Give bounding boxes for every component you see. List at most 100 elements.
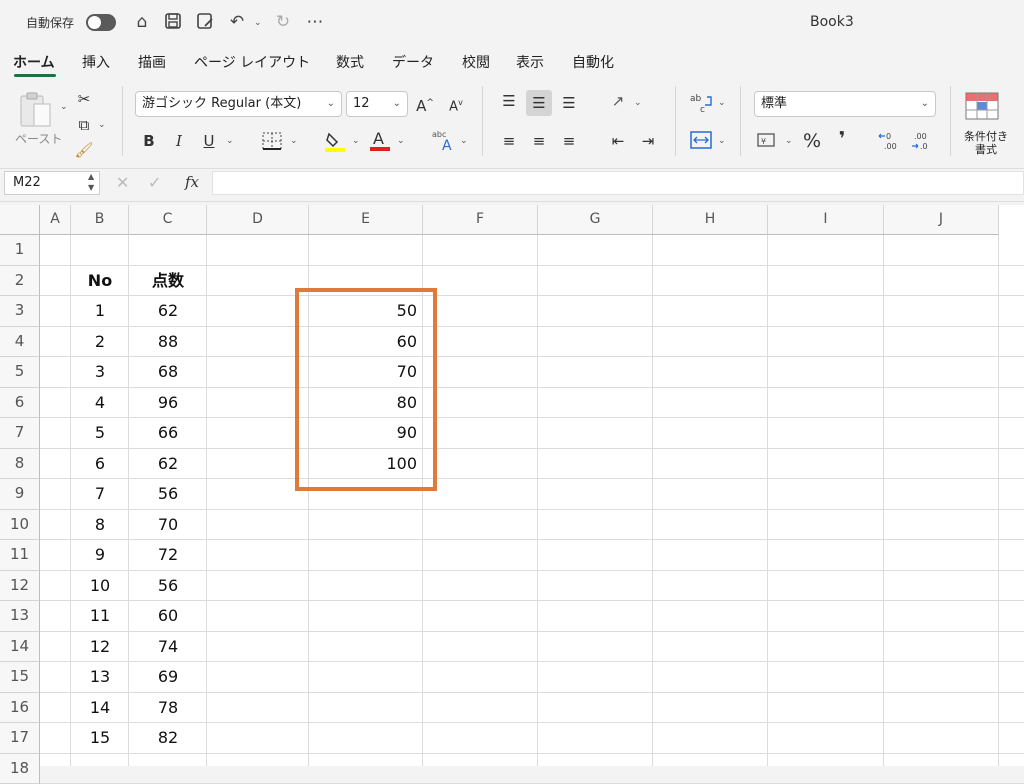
column-header-a[interactable]: A [40, 205, 71, 235]
borders-dropdown-icon[interactable]: ⌄ [290, 136, 298, 146]
no-cell[interactable]: 10 [71, 571, 129, 601]
column-header-d[interactable]: D [207, 205, 309, 235]
copy-dropdown-icon[interactable]: ⌄ [98, 120, 106, 130]
tab-formulas[interactable]: 数式 [336, 52, 364, 72]
tab-review[interactable]: 校閲 [462, 52, 490, 72]
more-icon[interactable]: ⋯ [305, 12, 325, 32]
no-cell[interactable]: 11 [71, 601, 129, 631]
align-right-icon[interactable]: ≡ [558, 130, 580, 152]
undo-dropdown-icon[interactable]: ⌄ [254, 18, 262, 28]
score-cell[interactable]: 56 [129, 571, 207, 601]
header-score-cell[interactable]: 点数 [129, 266, 207, 296]
home-icon[interactable]: ⌂ [132, 12, 152, 32]
no-cell[interactable]: 4 [71, 388, 129, 418]
row-header-11[interactable]: 11 [0, 540, 40, 571]
tab-automate[interactable]: 自動化 [572, 52, 614, 72]
row-header-6[interactable]: 6 [0, 388, 40, 419]
row-header-5[interactable]: 5 [0, 357, 40, 388]
borders-icon[interactable] [262, 132, 282, 154]
score-cell[interactable]: 56 [129, 479, 207, 509]
score-cell[interactable]: 78 [129, 693, 207, 723]
comma-style-button[interactable]: ❜ [834, 128, 850, 150]
column-header-g[interactable]: G [538, 205, 653, 235]
score-cell[interactable]: 62 [129, 449, 207, 479]
no-cell[interactable]: 9 [71, 540, 129, 570]
row-header-14[interactable]: 14 [0, 632, 40, 663]
column-header-e[interactable]: E [309, 205, 423, 235]
save-icon[interactable] [163, 12, 183, 32]
increase-indent-icon[interactable]: ⇥ [637, 130, 659, 152]
autosave-toggle[interactable] [86, 14, 116, 31]
italic-button[interactable]: I [170, 130, 188, 152]
score-cell[interactable]: 60 [129, 601, 207, 631]
score-cell[interactable]: 96 [129, 388, 207, 418]
no-cell[interactable]: 12 [71, 632, 129, 662]
no-cell[interactable]: 3 [71, 357, 129, 387]
name-box-stepper[interactable]: ▲▼ [88, 171, 94, 193]
phonetic-icon[interactable]: abcA [432, 128, 456, 156]
increase-decimal-icon[interactable]: 0.00 [878, 130, 902, 156]
no-cell[interactable]: 1 [71, 296, 129, 326]
phonetic-dropdown-icon[interactable]: ⌄ [460, 136, 468, 146]
align-bottom-icon[interactable]: ☰ [558, 92, 580, 114]
align-left-icon[interactable]: ≡ [498, 130, 520, 152]
score-cell[interactable]: 68 [129, 357, 207, 387]
select-all-corner[interactable] [0, 205, 40, 235]
paste-icon[interactable] [18, 90, 58, 130]
align-center-icon[interactable]: ≡ [528, 130, 550, 152]
row-header-15[interactable]: 15 [0, 662, 40, 693]
column-header-i[interactable]: I [768, 205, 884, 235]
no-cell[interactable]: 13 [71, 662, 129, 692]
tab-home[interactable]: ホーム [13, 52, 55, 72]
column-header-h[interactable]: H [653, 205, 768, 235]
column-header-b[interactable]: B [71, 205, 129, 235]
tab-view[interactable]: 表示 [516, 52, 544, 72]
decrease-font-size-icon[interactable]: Av [445, 92, 467, 118]
percent-button[interactable]: % [801, 130, 823, 152]
orientation-icon[interactable]: ↗ [607, 90, 629, 112]
accounting-format-icon[interactable]: ¥ [757, 132, 779, 154]
score-cell[interactable]: 74 [129, 632, 207, 662]
wrap-text-dropdown-icon[interactable]: ⌄ [718, 98, 726, 108]
row-header-8[interactable]: 8 [0, 449, 40, 480]
score-cell[interactable]: 88 [129, 327, 207, 357]
score-cell[interactable]: 70 [129, 510, 207, 540]
copy-icon[interactable]: ⧉ [74, 114, 94, 136]
row-header-10[interactable]: 10 [0, 510, 40, 541]
score-cell[interactable]: 82 [129, 723, 207, 753]
conditional-formatting-icon[interactable] [965, 92, 999, 124]
orientation-dropdown-icon[interactable]: ⌄ [634, 98, 642, 108]
no-cell[interactable]: 7 [71, 479, 129, 509]
row-header-2[interactable]: 2 [0, 266, 40, 297]
bold-button[interactable]: B [140, 130, 158, 152]
conditional-formatting-label[interactable]: 条件付き 書式 [962, 130, 1010, 156]
format-painter-icon[interactable]: 🖌 [74, 139, 94, 161]
column-header-f[interactable]: F [423, 205, 538, 235]
row-header-4[interactable]: 4 [0, 327, 40, 358]
tab-data[interactable]: データ [392, 52, 434, 72]
no-cell[interactable]: 6 [71, 449, 129, 479]
decrease-decimal-icon[interactable]: .00.0 [910, 130, 934, 156]
name-box[interactable]: M22 [4, 171, 100, 195]
row-header-18[interactable]: 18 [0, 754, 40, 784]
tab-page-layout[interactable]: ページ レイアウト [194, 52, 310, 72]
tab-draw[interactable]: 描画 [138, 52, 166, 72]
header-no-cell[interactable]: No [71, 266, 129, 296]
row-header-17[interactable]: 17 [0, 723, 40, 754]
insert-function-icon[interactable]: fx [185, 173, 199, 191]
align-top-icon[interactable]: ☰ [498, 90, 520, 112]
cut-icon[interactable]: ✂ [74, 88, 94, 110]
row-header-1[interactable]: 1 [0, 235, 40, 266]
font-color-dropdown-icon[interactable]: ⌄ [397, 136, 405, 146]
column-header-c[interactable]: C [129, 205, 207, 235]
no-cell[interactable]: 15 [71, 723, 129, 753]
no-cell[interactable]: 8 [71, 510, 129, 540]
score-cell[interactable]: 62 [129, 296, 207, 326]
undo-icon[interactable]: ↶ [227, 12, 247, 32]
no-cell[interactable]: 5 [71, 418, 129, 448]
font-color-icon[interactable]: A [369, 128, 391, 156]
row-header-3[interactable]: 3 [0, 296, 40, 327]
no-cell[interactable]: 14 [71, 693, 129, 723]
decrease-indent-icon[interactable]: ⇤ [607, 130, 629, 152]
tab-insert[interactable]: 挿入 [82, 52, 110, 72]
